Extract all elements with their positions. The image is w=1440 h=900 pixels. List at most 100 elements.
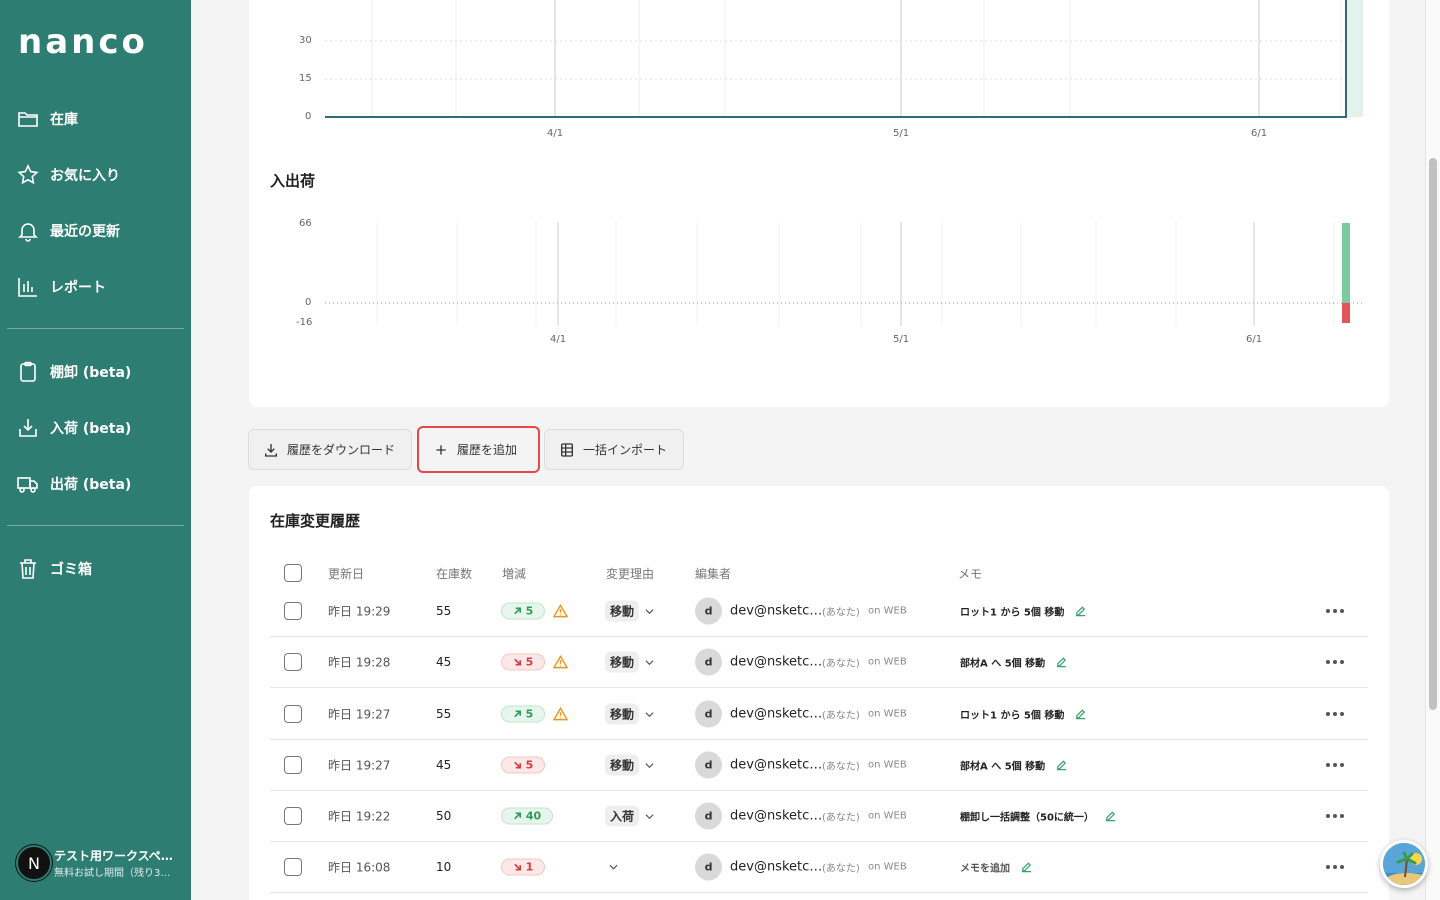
column-header-qty[interactable]: 在庫数 bbox=[436, 565, 472, 582]
row-checkbox[interactable] bbox=[284, 602, 302, 620]
table-row[interactable]: 昨日 19:27 55 5 移動 d dev@nsketc… (あなた) on WEB ロット1… bbox=[270, 689, 1368, 740]
reason-select[interactable] bbox=[605, 864, 618, 870]
row-more-button[interactable] bbox=[1322, 755, 1348, 775]
column-header-delta[interactable]: 増減 bbox=[502, 565, 526, 582]
editor-source: on WEB bbox=[868, 759, 907, 771]
bulk-import-button[interactable]: 一括インポート bbox=[544, 429, 684, 470]
column-header-reason[interactable]: 変更理由 bbox=[606, 565, 654, 582]
table-row[interactable]: 昨日 19:29 55 5 移動 d dev@nsketc… (あなた) on WEB ロット1… bbox=[270, 586, 1368, 637]
row-more-button[interactable] bbox=[1322, 806, 1348, 826]
add-history-button[interactable]: 履歴を追加 bbox=[417, 426, 540, 473]
edit-memo-icon[interactable] bbox=[1020, 861, 1033, 874]
download-icon bbox=[265, 443, 277, 457]
reason-select[interactable]: 移動 bbox=[605, 651, 654, 673]
scrollbar-thumb[interactable] bbox=[1429, 158, 1437, 710]
app-logo[interactable]: nanco bbox=[18, 22, 148, 62]
flow-chart bbox=[325, 222, 1363, 326]
chevron-down-icon bbox=[645, 762, 654, 768]
editor-avatar: d bbox=[695, 700, 722, 728]
workspace-trial: 無料お試し期間（残り3日） bbox=[54, 868, 179, 879]
editor-email[interactable]: dev@nsketc… bbox=[730, 655, 822, 670]
table-row[interactable]: 昨日 19:28 45 5 移動 d dev@nsketc… (あなた) on WEB 部材A … bbox=[270, 637, 1368, 688]
edit-memo-icon[interactable] bbox=[1104, 810, 1117, 823]
history-title: 在庫変更履歴 bbox=[270, 512, 361, 530]
editor-email[interactable]: dev@nsketc… bbox=[730, 860, 822, 875]
edit-memo-icon[interactable] bbox=[1074, 605, 1087, 618]
row-checkbox[interactable] bbox=[284, 653, 302, 671]
table-row[interactable]: 昨日 19:27 45 5 移動 d dev@nsketc… (あなた) on WEB 部材A … bbox=[270, 740, 1368, 791]
plus-icon bbox=[436, 444, 446, 455]
delta-value: 5 bbox=[525, 655, 534, 669]
warning-icon[interactable] bbox=[553, 707, 568, 721]
x-tick: 4/1 bbox=[550, 334, 567, 345]
column-header-date[interactable]: 更新日 bbox=[328, 565, 364, 582]
row-date: 昨日 19:22 bbox=[328, 809, 391, 824]
row-checkbox[interactable] bbox=[284, 807, 302, 825]
editor-avatar: d bbox=[695, 751, 722, 779]
sidebar-item-recent[interactable]: 最近の更新 bbox=[16, 215, 186, 247]
edit-memo-icon[interactable] bbox=[1074, 708, 1087, 721]
download-history-button[interactable]: 履歴をダウンロード bbox=[248, 429, 412, 470]
edit-memo-icon[interactable] bbox=[1055, 759, 1068, 772]
row-checkbox[interactable] bbox=[284, 756, 302, 774]
sidebar-item-reports[interactable]: レポート bbox=[16, 271, 186, 303]
delta-value: 1 bbox=[525, 860, 534, 874]
editor-email[interactable]: dev@nsketc… bbox=[730, 604, 822, 619]
workspace-switcher[interactable]: N テスト用ワークスペース 無料お試し期間（残り3日） bbox=[16, 843, 191, 883]
select-all-checkbox[interactable] bbox=[284, 564, 302, 582]
edit-memo-icon[interactable] bbox=[1055, 656, 1068, 669]
row-more-button[interactable] bbox=[1322, 857, 1348, 877]
editor-email[interactable]: dev@nsketc… bbox=[730, 758, 822, 773]
chevron-down-icon bbox=[645, 711, 654, 717]
row-checkbox[interactable] bbox=[284, 705, 302, 723]
row-memo[interactable]: 部材A へ 5個 移動 bbox=[960, 655, 1045, 670]
column-header-memo[interactable]: メモ bbox=[958, 565, 982, 582]
row-qty: 55 bbox=[436, 707, 452, 721]
reason-select[interactable]: 入荷 bbox=[605, 805, 654, 827]
row-memo[interactable]: 棚卸し一括調整（50に統一） bbox=[960, 809, 1094, 824]
delta-value: 40 bbox=[525, 809, 542, 823]
delta-value: 5 bbox=[525, 758, 534, 772]
warning-icon[interactable] bbox=[553, 655, 568, 669]
editor-avatar: d bbox=[695, 597, 722, 625]
x-tick: 6/1 bbox=[1251, 128, 1268, 139]
sidebar-item-favorites[interactable]: お気に入り bbox=[16, 159, 186, 191]
reason-select[interactable]: 移動 bbox=[605, 703, 654, 725]
y-tick: 15 bbox=[299, 73, 312, 84]
reason-select[interactable]: 移動 bbox=[605, 754, 654, 776]
editor-source: on WEB bbox=[868, 708, 907, 720]
inbound-bar bbox=[1342, 223, 1350, 303]
sidebar-item-label: レポート bbox=[50, 280, 106, 296]
editor-email[interactable]: dev@nsketc… bbox=[730, 809, 822, 824]
row-more-button[interactable] bbox=[1322, 704, 1348, 724]
row-memo[interactable]: メモを追加 bbox=[960, 860, 1010, 875]
row-memo[interactable]: ロット1 から 5個 移動 bbox=[960, 707, 1064, 722]
flow-chart-title: 入出荷 bbox=[270, 172, 316, 190]
help-chat-button[interactable] bbox=[1380, 840, 1428, 888]
row-more-button[interactable] bbox=[1322, 652, 1348, 672]
sidebar-item-label: ゴミ箱 bbox=[50, 562, 92, 578]
arrow-down-right-icon bbox=[513, 658, 522, 667]
table-row[interactable]: 昨日 19:22 50 40 入荷 d dev@nsketc… (あなた) on WEB 棚卸し… bbox=[270, 791, 1368, 842]
table-row[interactable]: 昨日 16:08 10 1 d dev@nsketc… (あなた) on WEB メモを追加 bbox=[270, 842, 1368, 893]
chevron-down-icon bbox=[645, 608, 654, 614]
row-memo[interactable]: 部材A へ 5個 移動 bbox=[960, 758, 1045, 773]
editor-source: on WEB bbox=[868, 861, 907, 873]
sidebar-item-inbound[interactable]: 入荷 (beta) bbox=[16, 412, 186, 444]
editor-email[interactable]: dev@nsketc… bbox=[730, 707, 822, 722]
sidebar-item-outbound[interactable]: 出荷 (beta) bbox=[16, 468, 186, 500]
reason-label: 移動 bbox=[605, 703, 640, 725]
sidebar-item-inventory[interactable]: 在庫 bbox=[16, 103, 186, 135]
reason-select[interactable]: 移動 bbox=[605, 600, 654, 622]
stock-chart bbox=[325, 0, 1363, 118]
warning-icon[interactable] bbox=[553, 604, 568, 618]
sidebar-divider bbox=[7, 525, 184, 526]
row-checkbox[interactable] bbox=[284, 858, 302, 876]
sidebar-item-stocktake[interactable]: 棚卸 (beta) bbox=[16, 356, 186, 388]
column-header-editor[interactable]: 編集者 bbox=[695, 565, 731, 582]
row-memo[interactable]: ロット1 から 5個 移動 bbox=[960, 604, 1064, 619]
sidebar-item-trash[interactable]: ゴミ箱 bbox=[16, 553, 186, 585]
row-more-button[interactable] bbox=[1322, 601, 1348, 621]
chevron-down-icon bbox=[609, 864, 618, 870]
editor-you-label: (あなた) bbox=[822, 710, 860, 722]
